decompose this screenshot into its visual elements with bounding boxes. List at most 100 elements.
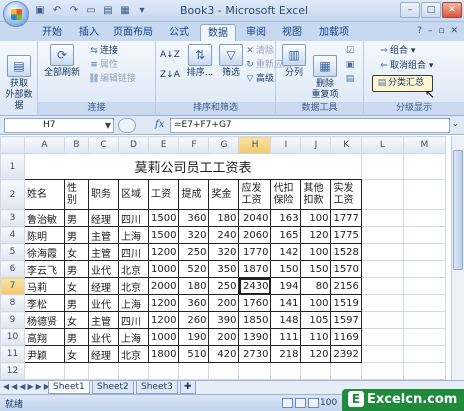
data-cell[interactable]: 360 [178, 209, 210, 227]
data-cell[interactable]: 1870 [238, 260, 272, 278]
column-header[interactable]: E [147, 136, 180, 154]
cell[interactable] [360, 260, 404, 278]
header-cell[interactable]: 实发 工资 [330, 179, 362, 210]
sheet-nav-arrows-icon[interactable]: ◀◀◀▶▶▶ [3, 382, 52, 391]
data-cell[interactable]: 420 [208, 345, 240, 363]
cell[interactable] [330, 362, 362, 380]
data-cell[interactable]: 350 [208, 260, 240, 278]
row-header[interactable]: 1 [0, 153, 25, 180]
data-cell[interactable]: 110 [300, 328, 332, 346]
cell[interactable] [402, 243, 446, 261]
page-break-view-icon[interactable] [308, 398, 319, 408]
cell[interactable] [402, 362, 446, 380]
advanced-button[interactable]: ▽ 高级 [244, 73, 274, 86]
data-cell[interactable]: 1777 [330, 209, 362, 227]
data-cell[interactable]: 鲁治敏 [24, 209, 65, 227]
data-cell[interactable]: 上海 [118, 226, 149, 244]
column-header[interactable]: A [24, 136, 65, 154]
data-cell[interactable]: 180 [178, 277, 210, 295]
data-cell[interactable]: 260 [178, 311, 210, 329]
data-cell[interactable]: 1570 [330, 260, 362, 278]
tab-page-layout[interactable]: 页面布局 [108, 24, 158, 41]
sheet-title-cell[interactable]: 莫莉公司员工工资表 [24, 153, 362, 180]
cell[interactable] [360, 277, 404, 295]
data-cell[interactable]: 1850 [238, 311, 272, 329]
cell[interactable] [360, 294, 404, 312]
zoom-level[interactable]: 100 [320, 398, 337, 408]
data-cell[interactable]: 尹颖 [24, 345, 65, 363]
preview-icon[interactable]: ▦ [118, 4, 132, 18]
header-cell[interactable]: 其他 扣款 [300, 179, 332, 210]
header-cell[interactable]: 性别 [64, 179, 89, 210]
name-box-dropdown-icon[interactable]: ▼ [105, 119, 111, 132]
tab-home[interactable]: 开始 [35, 24, 69, 41]
data-validation-button[interactable]: ☑ [344, 45, 356, 58]
header-cell[interactable]: 职务 [88, 179, 119, 210]
qat-dropdown-icon[interactable]: ▾ [135, 4, 149, 18]
cell[interactable] [238, 362, 272, 380]
data-cell[interactable]: 120 [300, 345, 332, 363]
data-cell[interactable]: 2392 [330, 345, 362, 363]
cell[interactable] [208, 362, 240, 380]
cell[interactable] [402, 179, 446, 210]
what-if-button[interactable]: ▤ [344, 73, 356, 86]
data-cell[interactable]: 2156 [330, 277, 362, 295]
data-cell[interactable]: 徐海霞 [24, 243, 65, 261]
undo-icon[interactable]: ↶ [50, 4, 64, 18]
data-cell[interactable]: 2730 [238, 345, 272, 363]
sheet-tab-3[interactable]: Sheet3 [136, 381, 178, 394]
sheet-tab-2[interactable]: Sheet2 [92, 381, 134, 394]
data-cell[interactable]: 180 [208, 209, 240, 227]
cell[interactable] [270, 362, 302, 380]
text-to-columns-button[interactable]: ▥ 分列 [280, 44, 308, 79]
data-cell[interactable]: 上海 [118, 328, 149, 346]
column-header[interactable]: K [330, 136, 362, 154]
row-header[interactable]: 11 [0, 345, 25, 363]
cell[interactable] [402, 209, 446, 227]
data-cell[interactable]: 业代 [88, 328, 119, 346]
cell[interactable] [64, 362, 89, 380]
ungroup-button[interactable]: ⇐ 取消组合 ▾ [378, 60, 433, 73]
row-header[interactable]: 2 [0, 179, 25, 210]
data-cell[interactable]: 390 [208, 311, 240, 329]
data-cell[interactable]: 1800 [147, 345, 180, 363]
formula-bar-resize-handle[interactable] [118, 118, 136, 133]
row-header[interactable]: 5 [0, 243, 25, 261]
data-cell[interactable]: 1760 [238, 294, 272, 312]
data-cell[interactable]: 320 [178, 226, 210, 244]
select-all-corner[interactable] [0, 136, 25, 154]
cell[interactable] [360, 345, 404, 363]
data-cell[interactable]: 杨德贤 [24, 311, 65, 329]
data-cell[interactable]: 80 [300, 277, 332, 295]
column-header[interactable]: D [118, 136, 149, 154]
office-button[interactable] [3, 1, 29, 27]
data-cell[interactable]: 200 [208, 294, 240, 312]
row-header[interactable]: 3 [0, 209, 25, 227]
data-cell[interactable]: 320 [208, 243, 240, 261]
data-cell[interactable]: 男 [64, 328, 89, 346]
column-header[interactable]: C [88, 136, 119, 154]
connections-button[interactable]: ⇆ 连接 [88, 45, 118, 58]
tab-formulas[interactable]: 公式 [162, 24, 196, 41]
data-cell[interactable]: 1528 [330, 243, 362, 261]
scrollbar-thumb[interactable] [453, 150, 463, 270]
data-cell[interactable]: 业代 [88, 294, 119, 312]
sort-button[interactable]: ⇅ 排序... [184, 44, 216, 79]
data-cell[interactable]: 105 [300, 311, 332, 329]
data-cell[interactable]: 1500 [147, 226, 180, 244]
row-header[interactable]: 8 [0, 294, 25, 312]
row-header[interactable]: 6 [0, 260, 25, 278]
cell[interactable] [402, 153, 446, 180]
data-cell[interactable]: 141 [270, 294, 302, 312]
data-cell[interactable]: 148 [270, 311, 302, 329]
edit-links-button[interactable]: ⛓编辑链接 [88, 73, 136, 86]
clear-button[interactable]: ✕ 清除 [244, 45, 274, 58]
data-cell[interactable]: 2430 [238, 277, 272, 295]
data-cell[interactable]: 1200 [147, 294, 180, 312]
data-cell[interactable]: 经理 [88, 277, 119, 295]
cell[interactable] [178, 362, 210, 380]
cell[interactable] [118, 362, 149, 380]
data-cell[interactable]: 主管 [88, 243, 119, 261]
cell[interactable] [360, 362, 404, 380]
data-cell[interactable]: 142 [270, 243, 302, 261]
